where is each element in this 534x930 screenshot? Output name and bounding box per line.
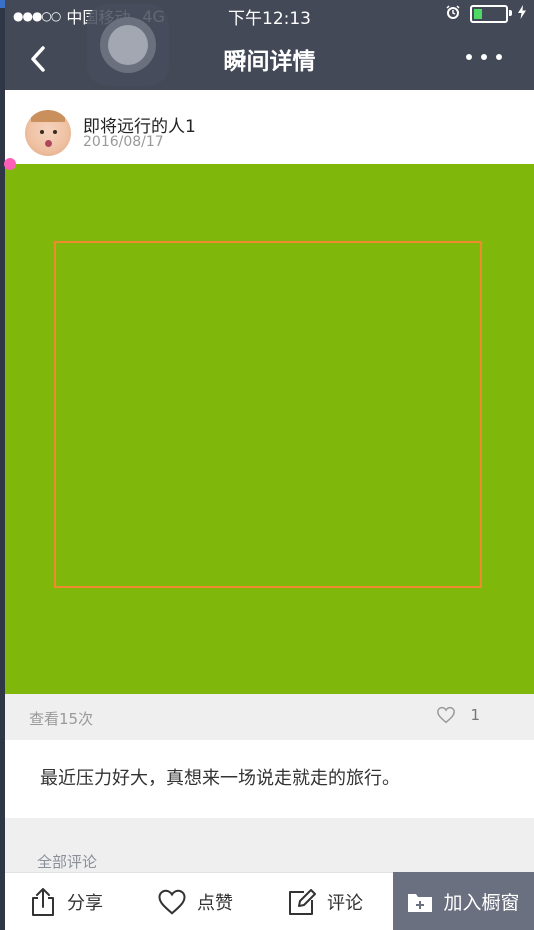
avatar-hair bbox=[31, 110, 65, 122]
like-count: 1 bbox=[470, 706, 480, 724]
battery-level bbox=[474, 8, 482, 19]
comments-header: 全部评论 bbox=[37, 853, 98, 871]
post-date: 2016/08/17 bbox=[83, 134, 164, 150]
assistive-touch-ring bbox=[100, 17, 156, 73]
status-right bbox=[446, 4, 526, 23]
avatar[interactable] bbox=[25, 110, 71, 156]
more-dot bbox=[481, 54, 487, 60]
heart-icon bbox=[158, 889, 186, 915]
like-button[interactable]: 点赞 bbox=[157, 873, 233, 930]
more-dot bbox=[496, 54, 502, 60]
share-icon bbox=[32, 888, 54, 916]
more-button[interactable] bbox=[466, 50, 502, 64]
page-title: 瞬间详情 bbox=[223, 49, 316, 75]
lightning-icon bbox=[518, 4, 526, 23]
stats-row: 查看15次 1 bbox=[5, 694, 534, 740]
header: ●●●○○ 中国移动 4G 下午12:13 bbox=[5, 0, 534, 90]
post-image[interactable] bbox=[5, 164, 534, 694]
more-dot bbox=[466, 54, 472, 60]
add-to-window-label: 加入橱窗 bbox=[443, 892, 520, 914]
bottom-toolbar: 分享 点赞 评论 加入橱窗 bbox=[5, 872, 534, 930]
nav-bar: 瞬间详情 bbox=[5, 28, 534, 90]
comment-label: 评论 bbox=[327, 893, 363, 914]
comments-section: 全部评论 bbox=[5, 818, 534, 872]
view-count: 查看15次 bbox=[29, 710, 94, 728]
avatar-eye bbox=[40, 130, 44, 134]
avatar-eye bbox=[53, 130, 57, 134]
battery-icon bbox=[470, 4, 512, 23]
image-frame bbox=[54, 241, 482, 588]
assistive-touch-button[interactable] bbox=[87, 4, 169, 86]
like-stat[interactable]: 1 bbox=[436, 706, 480, 724]
moment-detail-screen: ●●●○○ 中国移动 4G 下午12:13 bbox=[0, 0, 534, 930]
alarm-clock-icon bbox=[446, 4, 460, 23]
like-label: 点赞 bbox=[197, 893, 233, 914]
comment-button[interactable]: 评论 bbox=[287, 873, 363, 930]
battery-tip bbox=[509, 9, 512, 16]
post-description: 最近压力好大，真想来一场说走就走的旅行。 bbox=[5, 740, 534, 818]
assistive-touch-core bbox=[108, 25, 148, 65]
avatar-mouth bbox=[45, 140, 52, 147]
pink-dot-marker bbox=[4, 158, 16, 170]
share-button[interactable]: 分享 bbox=[29, 873, 103, 930]
folder-add-icon bbox=[408, 893, 433, 912]
share-label: 分享 bbox=[67, 893, 103, 914]
author-row: 即将远行的人1 2016/08/17 bbox=[5, 90, 534, 164]
edit-icon bbox=[289, 889, 316, 915]
add-to-window-button[interactable]: 加入橱窗 bbox=[393, 872, 534, 930]
description-text: 最近压力好大，真想来一场说走就走的旅行。 bbox=[40, 768, 400, 789]
heart-outline-icon bbox=[437, 706, 456, 724]
status-bar: ●●●○○ 中国移动 4G 下午12:13 bbox=[5, 0, 534, 29]
